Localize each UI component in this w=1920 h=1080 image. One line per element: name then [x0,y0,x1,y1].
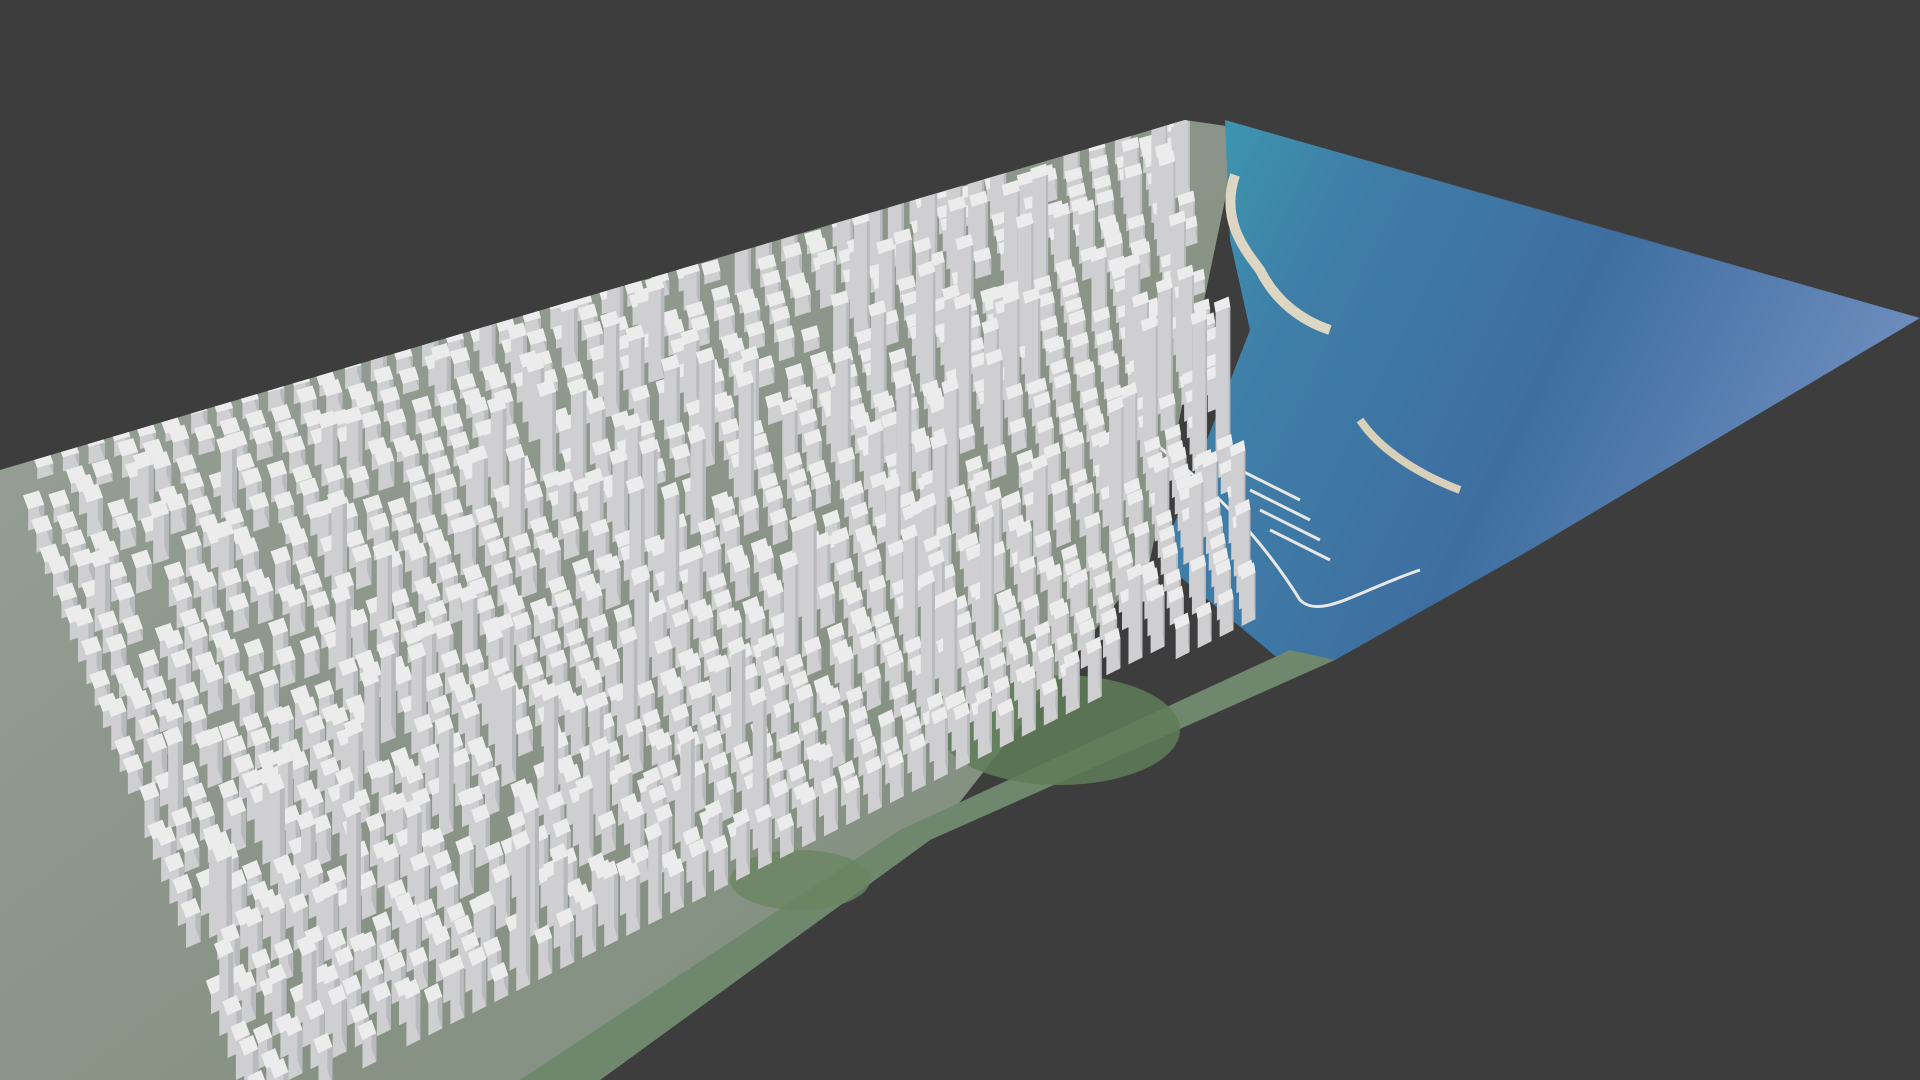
building [1085,636,1102,704]
building [1190,308,1208,472]
building [1148,584,1165,654]
building [987,143,1007,220]
building [1173,612,1190,660]
building [1063,649,1080,715]
building [851,209,870,338]
building [1158,392,1176,432]
building [1041,677,1058,726]
park-area-2 [730,850,870,910]
building [988,444,1007,481]
building [1195,601,1212,649]
ground-plane-sea [1160,120,1920,660]
building [985,348,1003,463]
building [1009,417,1027,454]
building [1104,627,1121,676]
building [1239,562,1256,627]
building [1176,264,1194,389]
building [1063,120,1080,180]
building [1126,563,1143,665]
building [1133,520,1150,569]
building [1217,588,1234,638]
building [1001,179,1020,289]
city-3d-model-scene[interactable] [0,0,1920,1080]
building [1054,506,1071,548]
building [1155,276,1173,415]
building [917,260,936,393]
building [973,247,992,280]
building [1022,287,1041,393]
3d-viewport[interactable] [0,0,1920,1080]
